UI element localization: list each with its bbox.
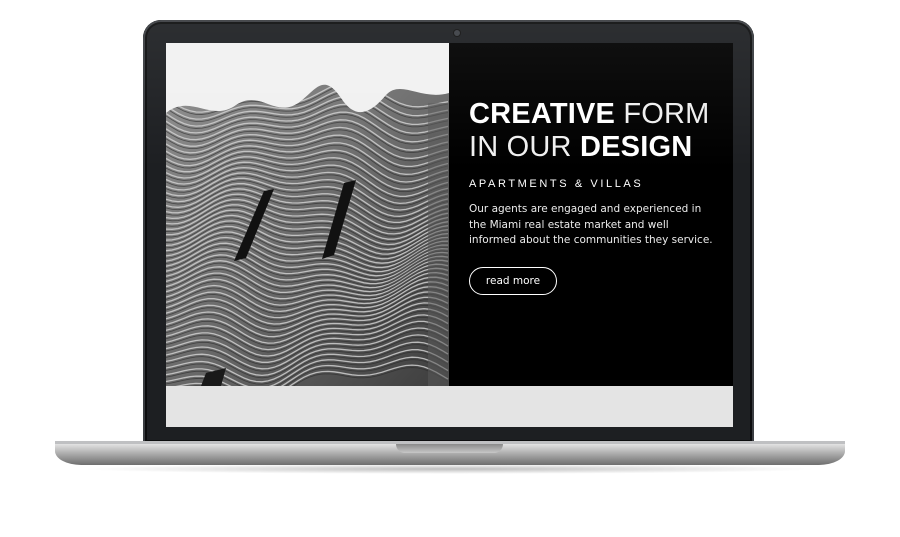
read-more-button[interactable]: read more xyxy=(469,266,557,295)
headline-design: DESIGN xyxy=(579,131,693,163)
laptop-screen: CREATIVE FORM IN OUR DESIGN APARTMENTS &… xyxy=(166,43,733,427)
headline-form: FORM xyxy=(623,98,710,130)
laptop-opening-notch xyxy=(396,444,503,453)
camera-icon xyxy=(454,30,460,36)
laptop-mockup: CREATIVE FORM IN OUR DESIGN APARTMENTS &… xyxy=(0,0,900,537)
hero-description: Our agents are engaged and experienced i… xyxy=(469,203,713,246)
headline-in-our: IN OUR xyxy=(469,131,572,163)
wavy-facade-photo xyxy=(166,43,449,386)
hero-image xyxy=(166,43,449,386)
headline-creative: CREATIVE xyxy=(469,98,616,130)
hero-text-block: CREATIVE FORM IN OUR DESIGN APARTMENTS &… xyxy=(469,98,724,295)
hero-headline: CREATIVE FORM IN OUR DESIGN xyxy=(469,98,724,164)
laptop-shadow xyxy=(80,464,820,474)
footer-band xyxy=(166,386,733,427)
hero-subheading: APARTMENTS & VILLAS xyxy=(469,178,644,190)
